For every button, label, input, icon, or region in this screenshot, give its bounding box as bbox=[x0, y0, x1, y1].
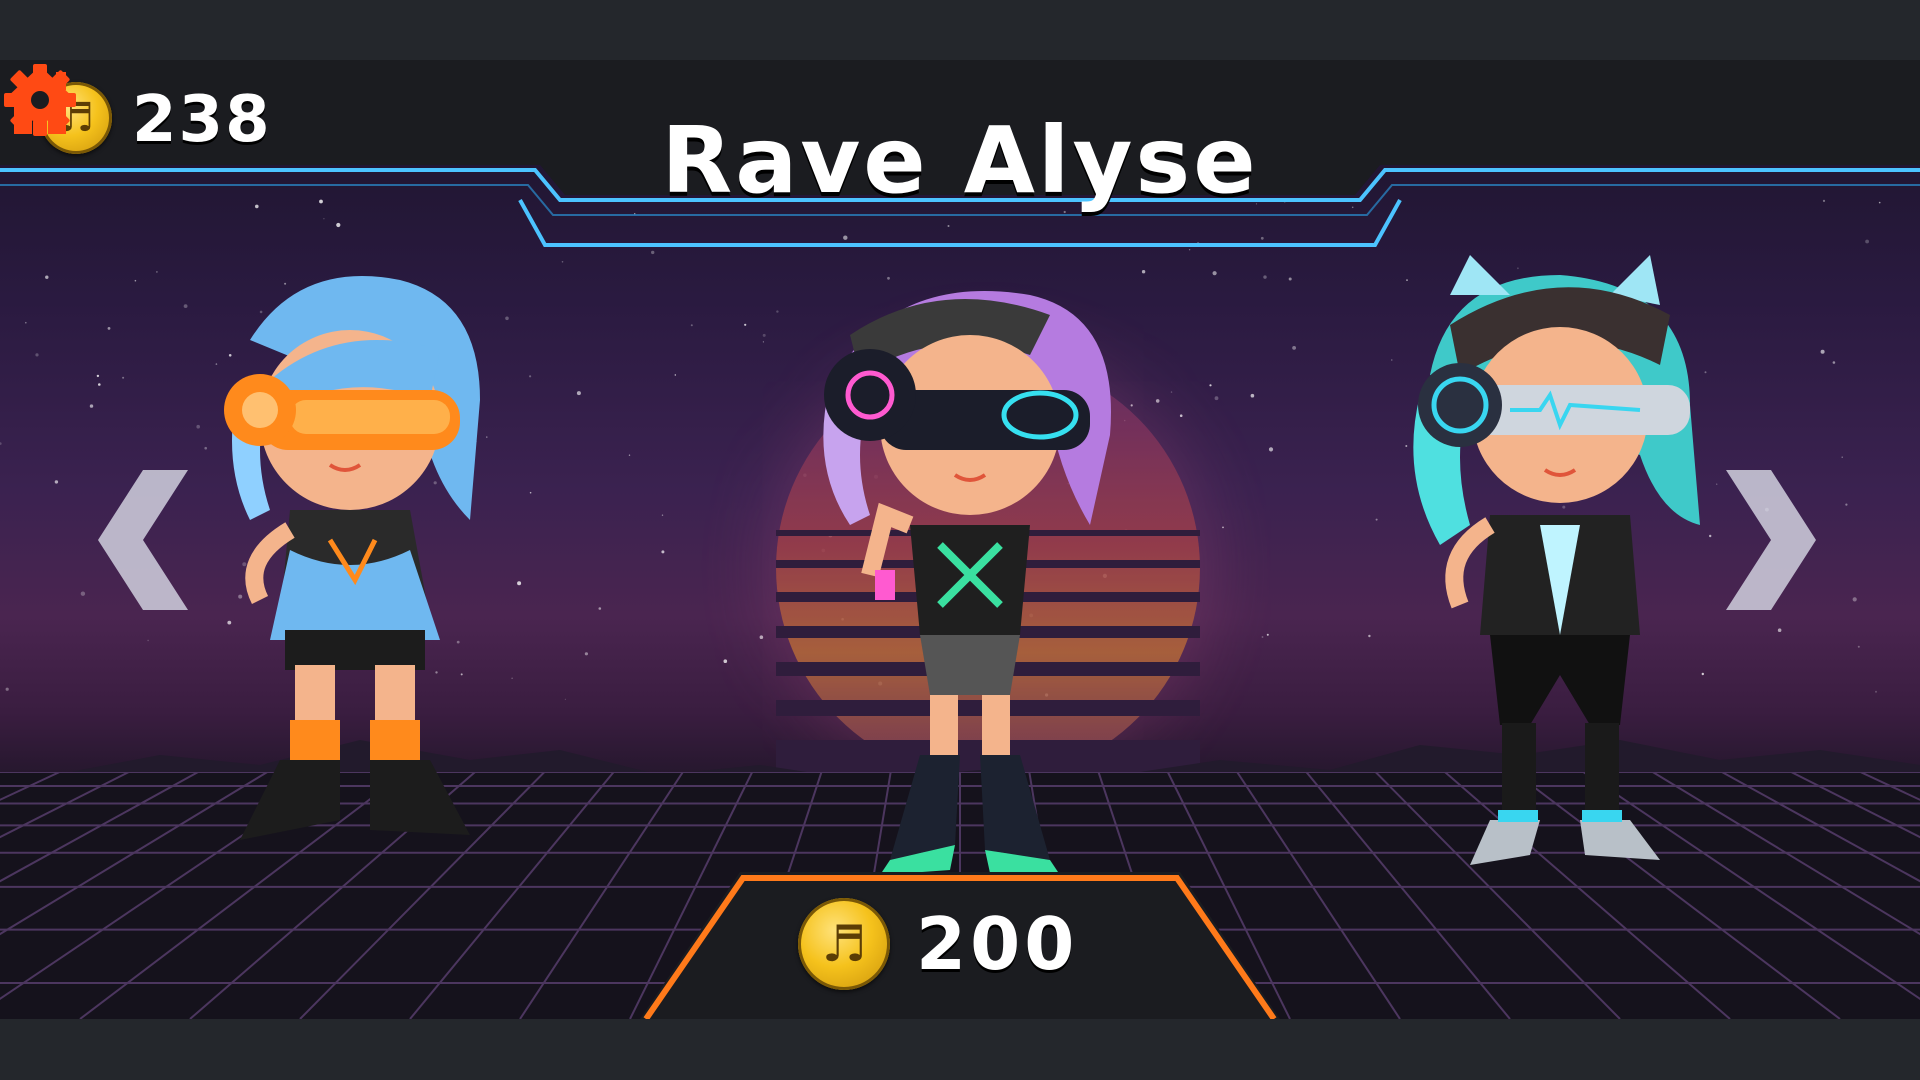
coin-balance: 238 bbox=[132, 83, 272, 157]
character-left-preview[interactable] bbox=[180, 260, 540, 890]
top-hud: ♬ 238 Rave Alyse bbox=[0, 60, 1920, 260]
letterbox-bottom bbox=[0, 1019, 1920, 1080]
settings-button[interactable] bbox=[0, 60, 80, 140]
character-right-preview[interactable] bbox=[1390, 255, 1730, 895]
music-note-coin-icon: ♬ bbox=[798, 898, 890, 990]
gear-icon bbox=[4, 64, 76, 136]
game-screen: ♬ 238 Rave Alyse ♬ 200 bbox=[0, 60, 1920, 1019]
previous-character-button[interactable] bbox=[98, 470, 198, 610]
chevron-left-icon bbox=[98, 470, 188, 610]
character-price: 200 bbox=[916, 902, 1079, 986]
character-center-selected[interactable] bbox=[790, 275, 1150, 875]
next-character-button[interactable] bbox=[1716, 470, 1816, 610]
letterbox-top bbox=[0, 0, 1920, 60]
character-name-title: Rave Alyse bbox=[661, 107, 1259, 214]
chevron-right-icon bbox=[1726, 470, 1816, 610]
